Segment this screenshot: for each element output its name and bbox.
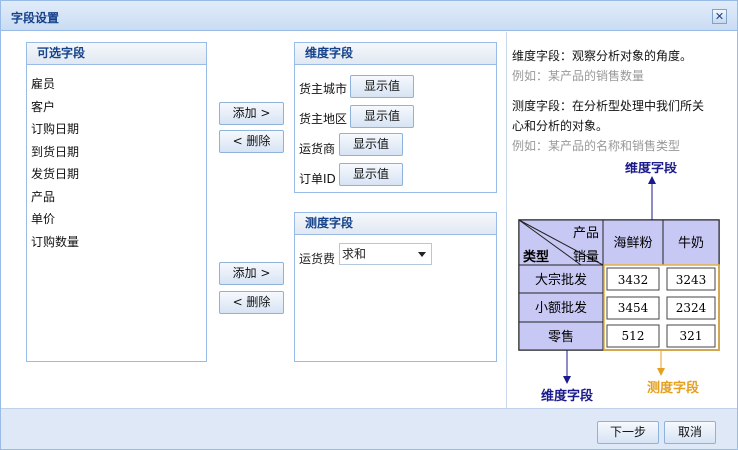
illus-value: 3432 [618,273,649,287]
available-field-item[interactable]: 单价 [31,208,206,231]
available-field-item[interactable]: 雇员 [31,73,206,96]
remove-measure-button[interactable]: < 删除 [219,291,284,314]
available-field-item[interactable]: 订购日期 [31,118,206,141]
show-value-button[interactable]: 显示值 [339,163,403,186]
illus-bottom-right-label: 测度字段 [647,380,699,396]
illus-corner-top: 产品 [573,226,599,241]
dimension-label: 货主城市 [299,82,348,96]
dialog-body: 可选字段 雇员 客户 订购日期 到货日期 发货日期 产品 单价 订购数量 添加 > < 删除 … [6,32,734,408]
measure-label: 运货费 [299,252,336,266]
illus-corner-right: 销量 [573,250,599,265]
close-icon[interactable]: ✕ [712,9,727,24]
measure-description-line2: 心和分析的对象。 [512,119,609,133]
add-dimension-button[interactable]: 添加 > [219,102,284,125]
chevron-down-icon [418,252,426,257]
dimension-label: 运货商 [299,142,336,156]
measure-fields-panel: 测度字段 运货费 求和 [294,212,497,362]
next-button[interactable]: 下一步 [597,421,659,444]
dimension-example: 例如：某产品的销售数量 [512,69,645,83]
aggregate-select[interactable]: 求和 [339,243,432,265]
dimension-fields-header: 维度字段 [295,43,496,65]
illus-value: 3454 [618,301,649,315]
illus-corner-left: 类型 [523,249,549,265]
measure-fields-header: 测度字段 [295,213,496,235]
available-field-item[interactable]: 到货日期 [31,141,206,164]
illus-value: 321 [680,329,703,343]
field-settings-dialog: 字段设置 ✕ 可选字段 雇员 客户 订购日期 到货日期 发货日期 产品 单价 订购数量 添加 … [0,0,738,450]
section-divider [506,32,507,408]
illus-value: 2324 [676,301,707,315]
cancel-button[interactable]: 取消 [664,421,716,444]
measure-description-line1: 测度字段：在分析型处理中我们所关 [512,99,705,113]
illus-col-header: 海鲜粉 [613,236,652,251]
dimension-label: 货主地区 [299,112,348,126]
illus-row-header: 小额批发 [535,300,587,316]
help-text: 维度字段：观察分析对象的角度。 例如：某产品的销售数量 测度字段：在分析型处理中… [512,46,732,156]
remove-dimension-button[interactable]: < 删除 [219,130,284,153]
dialog-titlebar[interactable]: 字段设置 ✕ [1,1,737,31]
illus-top-label: 维度字段 [625,162,677,176]
available-field-item[interactable]: 产品 [31,186,206,209]
dimension-description: 维度字段：观察分析对象的角度。 [512,49,693,63]
available-field-item[interactable]: 发货日期 [31,163,206,186]
illus-row-header: 大宗批发 [535,272,587,288]
available-fields-panel: 可选字段 雇员 客户 订购日期 到货日期 发货日期 产品 单价 订购数量 [26,42,207,362]
available-field-item[interactable]: 订购数量 [31,231,206,254]
illus-col-header: 牛奶 [678,236,704,251]
available-fields-list[interactable]: 雇员 客户 订购日期 到货日期 发货日期 产品 单价 订购数量 [27,65,206,253]
show-value-button[interactable]: 显示值 [350,75,414,98]
available-fields-header: 可选字段 [27,43,206,65]
illus-value: 512 [622,329,645,343]
available-field-item[interactable]: 客户 [31,96,206,119]
measure-example: 例如：某产品的名称和销售类型 [512,139,681,153]
illus-row-header: 零售 [548,329,574,345]
olap-illustration: 维度字段 产品 类型 销量 海鲜粉 牛奶 大宗批发 小额批发 零售 3432 3… [518,162,720,404]
dialog-footer: 下一步 取消 [1,408,737,449]
illus-value: 3243 [676,273,707,287]
add-measure-button[interactable]: 添加 > [219,262,284,285]
arrow-up-icon [648,176,656,184]
arrow-down-icon [563,376,571,384]
aggregate-value: 求和 [342,247,367,261]
show-value-button[interactable]: 显示值 [350,105,414,128]
dimension-fields-panel: 维度字段 货主城市 显示值 货主地区 显示值 运货商 显示值 订单ID 显示值 [294,42,497,193]
show-value-button[interactable]: 显示值 [339,133,403,156]
dialog-title: 字段设置 [11,11,60,25]
arrow-down-icon [657,368,665,376]
dimension-label: 订单ID [299,172,336,186]
illus-bottom-left-label: 维度字段 [541,388,593,404]
